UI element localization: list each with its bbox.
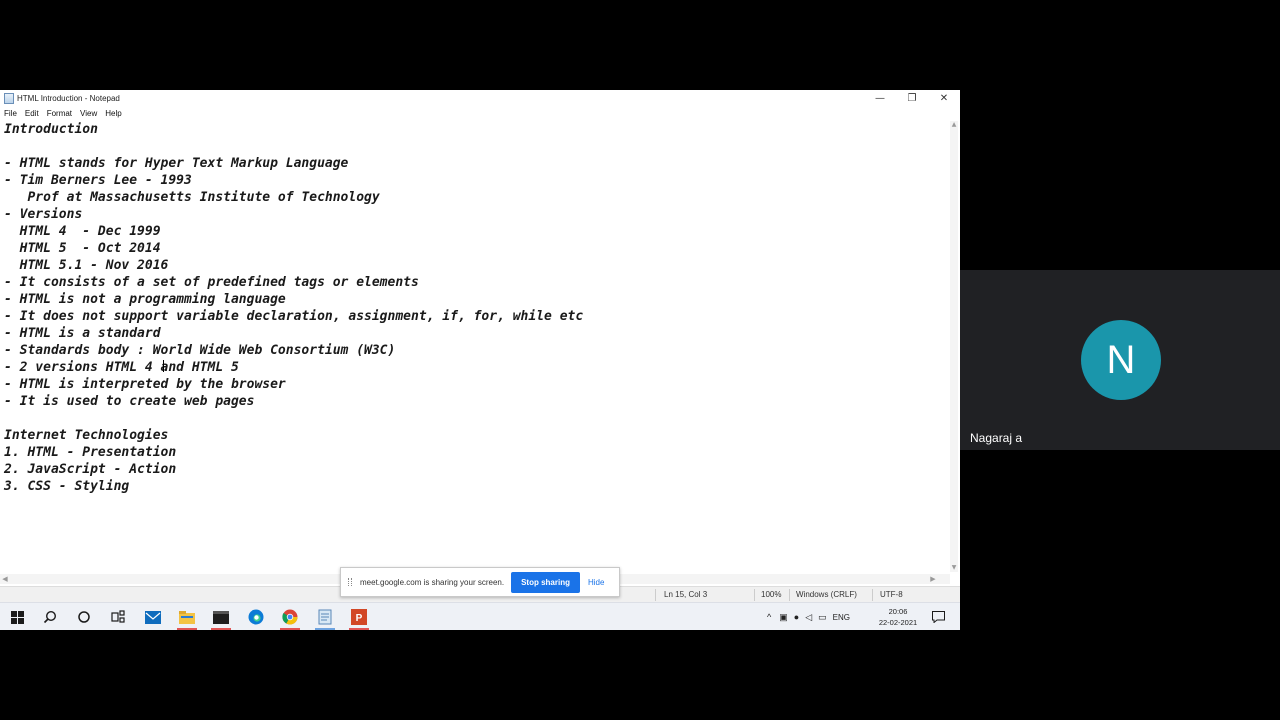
- notification-icon[interactable]: [930, 609, 946, 625]
- window-controls: — ❐ ✕: [864, 90, 960, 107]
- active-app-indicator: [315, 628, 335, 630]
- text-line: - It is used to create web pages: [4, 394, 255, 409]
- text-line: 2. JavaScript - Action: [4, 462, 177, 477]
- clock-date: 22-02-2021: [878, 618, 918, 627]
- text-line: HTML 4 - Dec 1999: [4, 224, 161, 239]
- cursor-position: Ln 15, Col 3: [664, 590, 708, 599]
- system-clock[interactable]: 20:06 22-02-2021: [875, 606, 921, 628]
- text-line: Introduction: [4, 122, 98, 137]
- status-separator: [754, 589, 755, 601]
- scroll-down-icon[interactable]: ▼: [950, 564, 958, 572]
- scroll-left-icon[interactable]: ◀: [0, 574, 10, 584]
- language-indicator[interactable]: ENG: [833, 613, 850, 622]
- menu-format[interactable]: Format: [47, 109, 72, 118]
- participant-tile[interactable]: N Nagaraj a: [960, 270, 1280, 450]
- text-line: - It consists of a set of predefined tag…: [4, 275, 419, 290]
- text-line: 3. CSS - Styling: [4, 479, 130, 494]
- powerpoint-icon[interactable]: P: [351, 609, 367, 625]
- minimize-button[interactable]: —: [864, 90, 896, 107]
- windows-taskbar: P ^ ▣ ● ◁ ▭ ENG 20:06 22-02-2021: [0, 602, 960, 630]
- edge-icon[interactable]: [248, 609, 264, 625]
- text-line: HTML 5.1 - Nov 2016: [4, 258, 169, 273]
- zoom-level: 100%: [761, 590, 782, 599]
- window-title: HTML Introduction - Notepad: [17, 94, 120, 103]
- status-separator: [655, 589, 656, 601]
- text-line: HTML 5 - Oct 2014: [4, 241, 161, 256]
- status-separator: [789, 589, 790, 601]
- chrome-icon[interactable]: [282, 609, 298, 625]
- chevron-up-icon[interactable]: ^: [767, 612, 771, 622]
- menu-edit[interactable]: Edit: [25, 109, 39, 118]
- svg-text:P: P: [356, 613, 363, 624]
- file-explorer-icon[interactable]: [179, 609, 195, 625]
- mail-icon[interactable]: [145, 609, 161, 625]
- line-ending: Windows (CRLF): [796, 590, 857, 599]
- task-view-icon[interactable]: [110, 609, 126, 625]
- text-line: - HTML stands for Hyper Text Markup Lang…: [4, 156, 349, 171]
- participant-avatar: N: [1081, 320, 1161, 400]
- text-line: - Standards body : World Wide Web Consor…: [4, 343, 396, 358]
- status-separator: [872, 589, 873, 601]
- notepad-app-icon: [4, 93, 14, 104]
- active-app-indicator: [177, 628, 197, 630]
- text-line: - HTML is a standard: [4, 326, 161, 341]
- restore-button[interactable]: ❐: [896, 90, 928, 107]
- encoding: UTF-8: [880, 590, 903, 599]
- battery-icon[interactable]: ▭: [818, 612, 827, 623]
- notepad-icon[interactable]: [317, 609, 333, 625]
- text-line: - Tim Berners Lee - 1993: [4, 173, 192, 188]
- system-tray: ^ ▣ ● ◁ ▭ ENG: [767, 603, 850, 630]
- text-editor[interactable]: Introduction - HTML stands for Hyper Tex…: [0, 121, 950, 574]
- clock-time: 20:06: [888, 607, 908, 616]
- active-app-indicator: [280, 628, 300, 630]
- text-line: - Versions: [4, 207, 83, 222]
- active-app-indicator: [211, 628, 231, 630]
- terminal-icon[interactable]: [213, 609, 229, 625]
- menu-file[interactable]: File: [4, 109, 17, 118]
- speaker-icon[interactable]: ◁: [805, 612, 812, 623]
- cortana-icon[interactable]: [76, 609, 92, 625]
- stop-sharing-button[interactable]: Stop sharing: [511, 571, 580, 593]
- text-line: - It does not support variable declarati…: [4, 309, 584, 324]
- menu-bar: File Edit Format View Help: [0, 107, 130, 120]
- scroll-up-icon[interactable]: ▲: [950, 121, 958, 129]
- close-button[interactable]: ✕: [928, 90, 960, 107]
- text-line: - HTML is not a programming language: [4, 292, 286, 307]
- screen-share-banner: meet.google.com is sharing your screen. …: [340, 567, 620, 597]
- sharing-message: meet.google.com is sharing your screen.: [360, 577, 505, 587]
- menu-view[interactable]: View: [80, 109, 97, 118]
- hide-banner-button[interactable]: Hide: [588, 578, 604, 587]
- text-caret: [163, 360, 164, 372]
- windows-start-icon[interactable]: [9, 609, 25, 625]
- text-line: Internet Technologies: [4, 428, 169, 443]
- text-line: Prof at Massachusetts Institute of Techn…: [4, 190, 380, 205]
- microphone-icon[interactable]: ●: [794, 612, 799, 622]
- shared-screen: HTML Introduction - Notepad — ❐ ✕ File E…: [0, 90, 960, 630]
- drag-handle-icon[interactable]: [348, 578, 352, 586]
- search-icon[interactable]: [42, 609, 58, 625]
- text-line: 1. HTML - Presentation: [4, 445, 177, 460]
- vertical-scrollbar[interactable]: ▲ ▼: [950, 121, 958, 572]
- scroll-right-icon[interactable]: ▶: [928, 574, 938, 584]
- text-line: - HTML is interpreted by the browser: [4, 377, 286, 392]
- active-app-indicator: [349, 628, 369, 630]
- menu-help[interactable]: Help: [105, 109, 121, 118]
- notepad-title-bar[interactable]: HTML Introduction - Notepad — ❐ ✕: [0, 90, 960, 107]
- text-line: - 2 versions HTML 4 and HTML 5: [4, 360, 239, 375]
- participant-name: Nagaraj a: [970, 431, 1023, 445]
- network-icon[interactable]: ▣: [779, 612, 788, 623]
